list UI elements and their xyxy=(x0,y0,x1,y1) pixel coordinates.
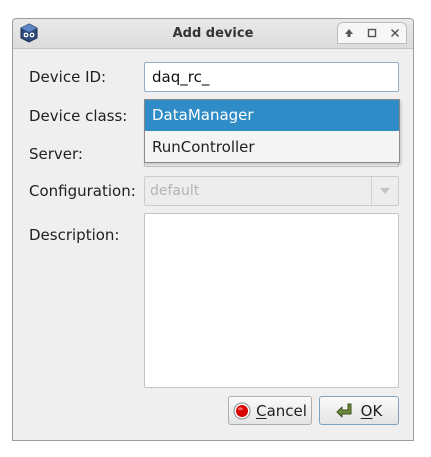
configuration-value: default xyxy=(150,183,200,199)
configuration-dropdown-button[interactable] xyxy=(371,177,398,205)
close-icon[interactable] xyxy=(388,26,402,40)
configuration-label: Configuration: xyxy=(29,182,136,200)
device-class-label: Device class: xyxy=(29,107,128,125)
shade-icon[interactable] xyxy=(342,26,356,40)
device-class-option-runcontroller[interactable]: RunController xyxy=(145,132,399,163)
device-class-dropdown-list: DataManager RunController xyxy=(144,99,400,163)
ok-button-label: OK xyxy=(360,401,383,420)
server-label: Server: xyxy=(29,145,83,163)
window-controls xyxy=(337,22,407,44)
add-device-dialog: Add device Device ID: Device class: Serv… xyxy=(12,18,414,441)
check-arrow-icon xyxy=(336,401,356,421)
device-id-label: Device ID: xyxy=(29,68,107,86)
device-id-input[interactable] xyxy=(144,62,399,92)
title-bar[interactable]: Add device xyxy=(13,19,413,49)
stop-icon xyxy=(233,401,251,421)
ok-button[interactable]: OK xyxy=(319,396,399,425)
chevron-down-icon xyxy=(380,188,390,194)
cancel-button[interactable]: Cancel xyxy=(228,396,312,425)
description-textarea[interactable] xyxy=(144,213,399,388)
cancel-button-label: Cancel xyxy=(256,401,307,420)
device-class-option-datamanager[interactable]: DataManager xyxy=(145,100,399,131)
configuration-combo[interactable]: default xyxy=(144,176,399,206)
maximize-icon[interactable] xyxy=(365,26,379,40)
description-label: Description: xyxy=(29,226,120,244)
